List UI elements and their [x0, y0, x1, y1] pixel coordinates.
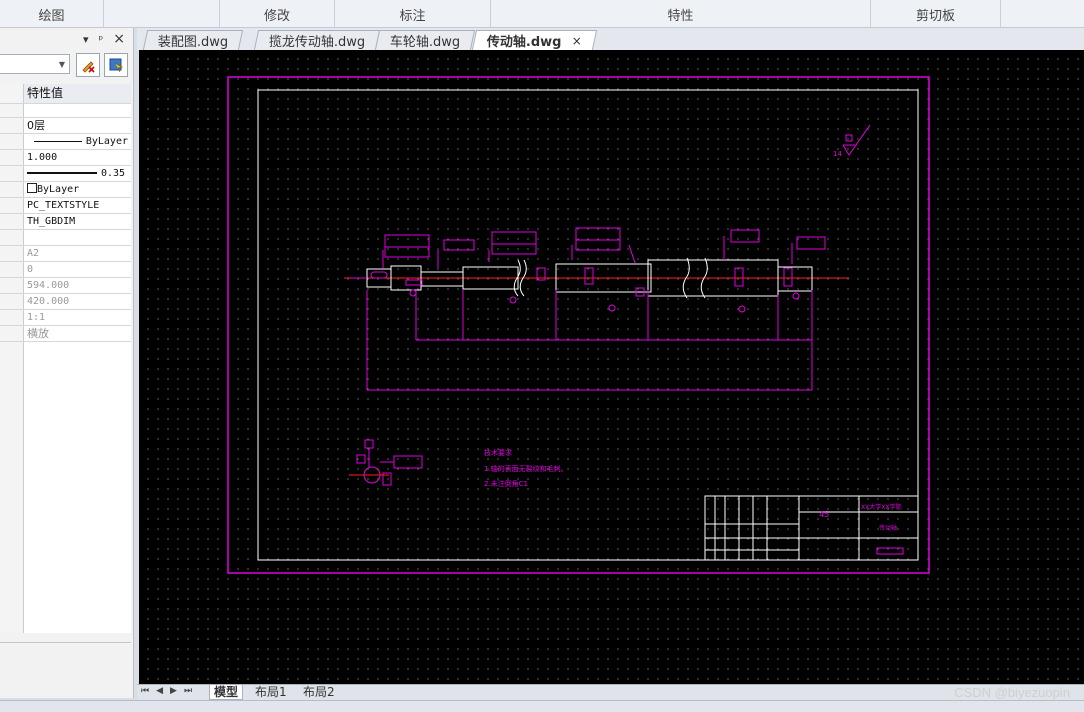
value-column-header: 特性值 [27, 86, 64, 100]
pin-icon[interactable]: ᵖ [99, 33, 104, 46]
property-value: 0层 [27, 119, 45, 132]
tab-winch-shaft[interactable]: 揽龙传动轴.dwg [253, 30, 381, 50]
file-tab-bar: 装配图.dwg 揽龙传动轴.dwg 车轮轴.dwg 传动轴.dwg × [137, 28, 1084, 50]
drawing-canvas[interactable]: 14 技术要求 1.轴的表面无裂纹和毛刺。 2.未注倒角C1 45 XX大学XX… [139, 50, 1084, 684]
property-value: A2 [27, 248, 40, 259]
chevron-down-icon: ▼ [58, 60, 65, 69]
property-text-style[interactable]: PC_TEXTSTYLE [0, 198, 131, 214]
property-value: PC_TEXTSTYLE [27, 200, 100, 211]
tab-label: 传动轴.dwg [486, 35, 562, 50]
selection-dropdown[interactable]: ▼ [0, 54, 70, 74]
property-value: ByLayer [37, 184, 80, 195]
property-paper-size: A2 [0, 246, 131, 262]
property-orientation: 横放 [0, 326, 131, 342]
property-dim-style[interactable]: TH_GBDIM [0, 214, 131, 230]
property-layer[interactable]: 0层 [0, 118, 131, 134]
property-color[interactable]: ByLayer [0, 182, 131, 198]
tab-assembly[interactable]: 装配图.dwg [142, 30, 244, 50]
property-value: 420.000 [27, 296, 70, 307]
linetype-sample [33, 140, 82, 142]
tab-label: 装配图.dwg [157, 35, 229, 50]
property-value: 0.35 mm [101, 168, 131, 179]
properties-panel: ▾ ᵖ × ▼ 特性值 0层 ByLayer 1.000 0.35 mm ByL… [0, 28, 134, 698]
watermark: CSDN @biyezuopin [954, 685, 1070, 700]
roughness-symbol [842, 124, 871, 156]
property-value: 1:1 [27, 312, 46, 323]
ribbon-group-label: 特性 [667, 8, 694, 24]
select-objects-icon [109, 58, 124, 73]
ribbon-group-clipboard[interactable]: 剪切板 [871, 0, 1001, 28]
title-block-details [876, 547, 904, 555]
property-value: 1.000 [27, 152, 58, 163]
ribbon-group-dimension[interactable]: 标注 [335, 0, 491, 28]
property-value: 横放 [27, 327, 49, 340]
status-bar [0, 700, 1084, 712]
properties-toolbar: ▼ [0, 50, 133, 80]
ribbon-group-label: 标注 [399, 8, 426, 24]
tab-model[interactable]: 模型 [209, 685, 244, 700]
ribbon-group-label: 绘图 [38, 8, 65, 24]
layout-nav-arrows-icon[interactable]: ⏮◀▶⏭ [141, 686, 199, 696]
color-swatch [27, 183, 37, 193]
inner-frame [257, 89, 919, 561]
close-icon[interactable]: × [113, 31, 125, 47]
property-row [0, 104, 131, 118]
ribbon-group-label: 剪切板 [915, 8, 955, 24]
properties-empty-area [0, 342, 131, 633]
panel-divider [0, 642, 131, 643]
company-label: XX大学XX学院 [861, 503, 901, 511]
tab-drive-shaft[interactable]: 传动轴.dwg × [471, 30, 597, 50]
property-lineweight[interactable]: 0.35 mm [0, 166, 131, 182]
notes-line-1: 1.轴的表面无裂纹和毛刺。 [484, 464, 568, 473]
notes-title: 技术要求 [484, 448, 512, 457]
property-value: TH_GBDIM [27, 216, 76, 227]
tab-layout2[interactable]: 布局2 [299, 685, 339, 700]
quick-select-button[interactable] [76, 53, 100, 77]
properties-table: 特性值 0层 ByLayer 1.000 0.35 mm ByLayer PC_… [0, 84, 131, 633]
properties-panel-header: ▾ ᵖ × [0, 28, 133, 50]
property-value: 0 [27, 264, 34, 275]
outer-frame [227, 76, 930, 574]
notes-line-2: 2.未注倒角C1 [484, 479, 528, 488]
tab-label: 揽龙传动轴.dwg [268, 35, 366, 50]
property-height: 420.000 [0, 294, 131, 310]
panel-menu-icon[interactable]: ▾ [83, 33, 89, 46]
ribbon-group-properties[interactable]: 特性 [491, 0, 871, 28]
tolerance-frames [382, 227, 826, 268]
pencil-clear-icon [82, 61, 95, 73]
property-value: ByLayer [85, 136, 128, 147]
tab-wheel-shaft[interactable]: 车轮轴.dwg [374, 30, 476, 50]
section-view [356, 439, 423, 486]
roughness-label: 14 [833, 150, 842, 158]
cad-drawing: 14 技术要求 1.轴的表面无裂纹和毛刺。 2.未注倒角C1 45 XX大学XX… [227, 76, 930, 574]
property-scale: 1:1 [0, 310, 131, 326]
property-value: 594.000 [27, 280, 70, 291]
layout-tab-bar: ⏮◀▶⏭ 模型 布局1 布局2 [137, 684, 1084, 700]
ribbon-bar: 绘图 修改 标注 特性 剪切板 [0, 0, 1084, 28]
property-linetype-scale[interactable]: 1.000 [0, 150, 131, 166]
property-rotation: 0 [0, 262, 131, 278]
select-objects-button[interactable] [104, 53, 128, 77]
property-width: 594.000 [0, 278, 131, 294]
close-tab-icon[interactable]: × [571, 34, 581, 48]
properties-header-row: 特性值 [0, 84, 131, 104]
material-label: 45 [819, 510, 829, 519]
part-name-label: 传动轴 [879, 524, 897, 532]
ribbon-group-modify[interactable]: 修改 [219, 0, 335, 28]
tab-label: 车轮轴.dwg [389, 35, 461, 50]
ribbon-group-draw[interactable]: 绘图 [0, 0, 104, 28]
keyway-features [370, 267, 800, 313]
ribbon-group-label: 修改 [263, 8, 290, 24]
lineweight-sample [27, 172, 97, 174]
tab-layout1[interactable]: 布局1 [251, 685, 291, 700]
property-row [0, 230, 131, 246]
property-linetype[interactable]: ByLayer [0, 134, 131, 150]
dimension-lines [349, 277, 813, 391]
